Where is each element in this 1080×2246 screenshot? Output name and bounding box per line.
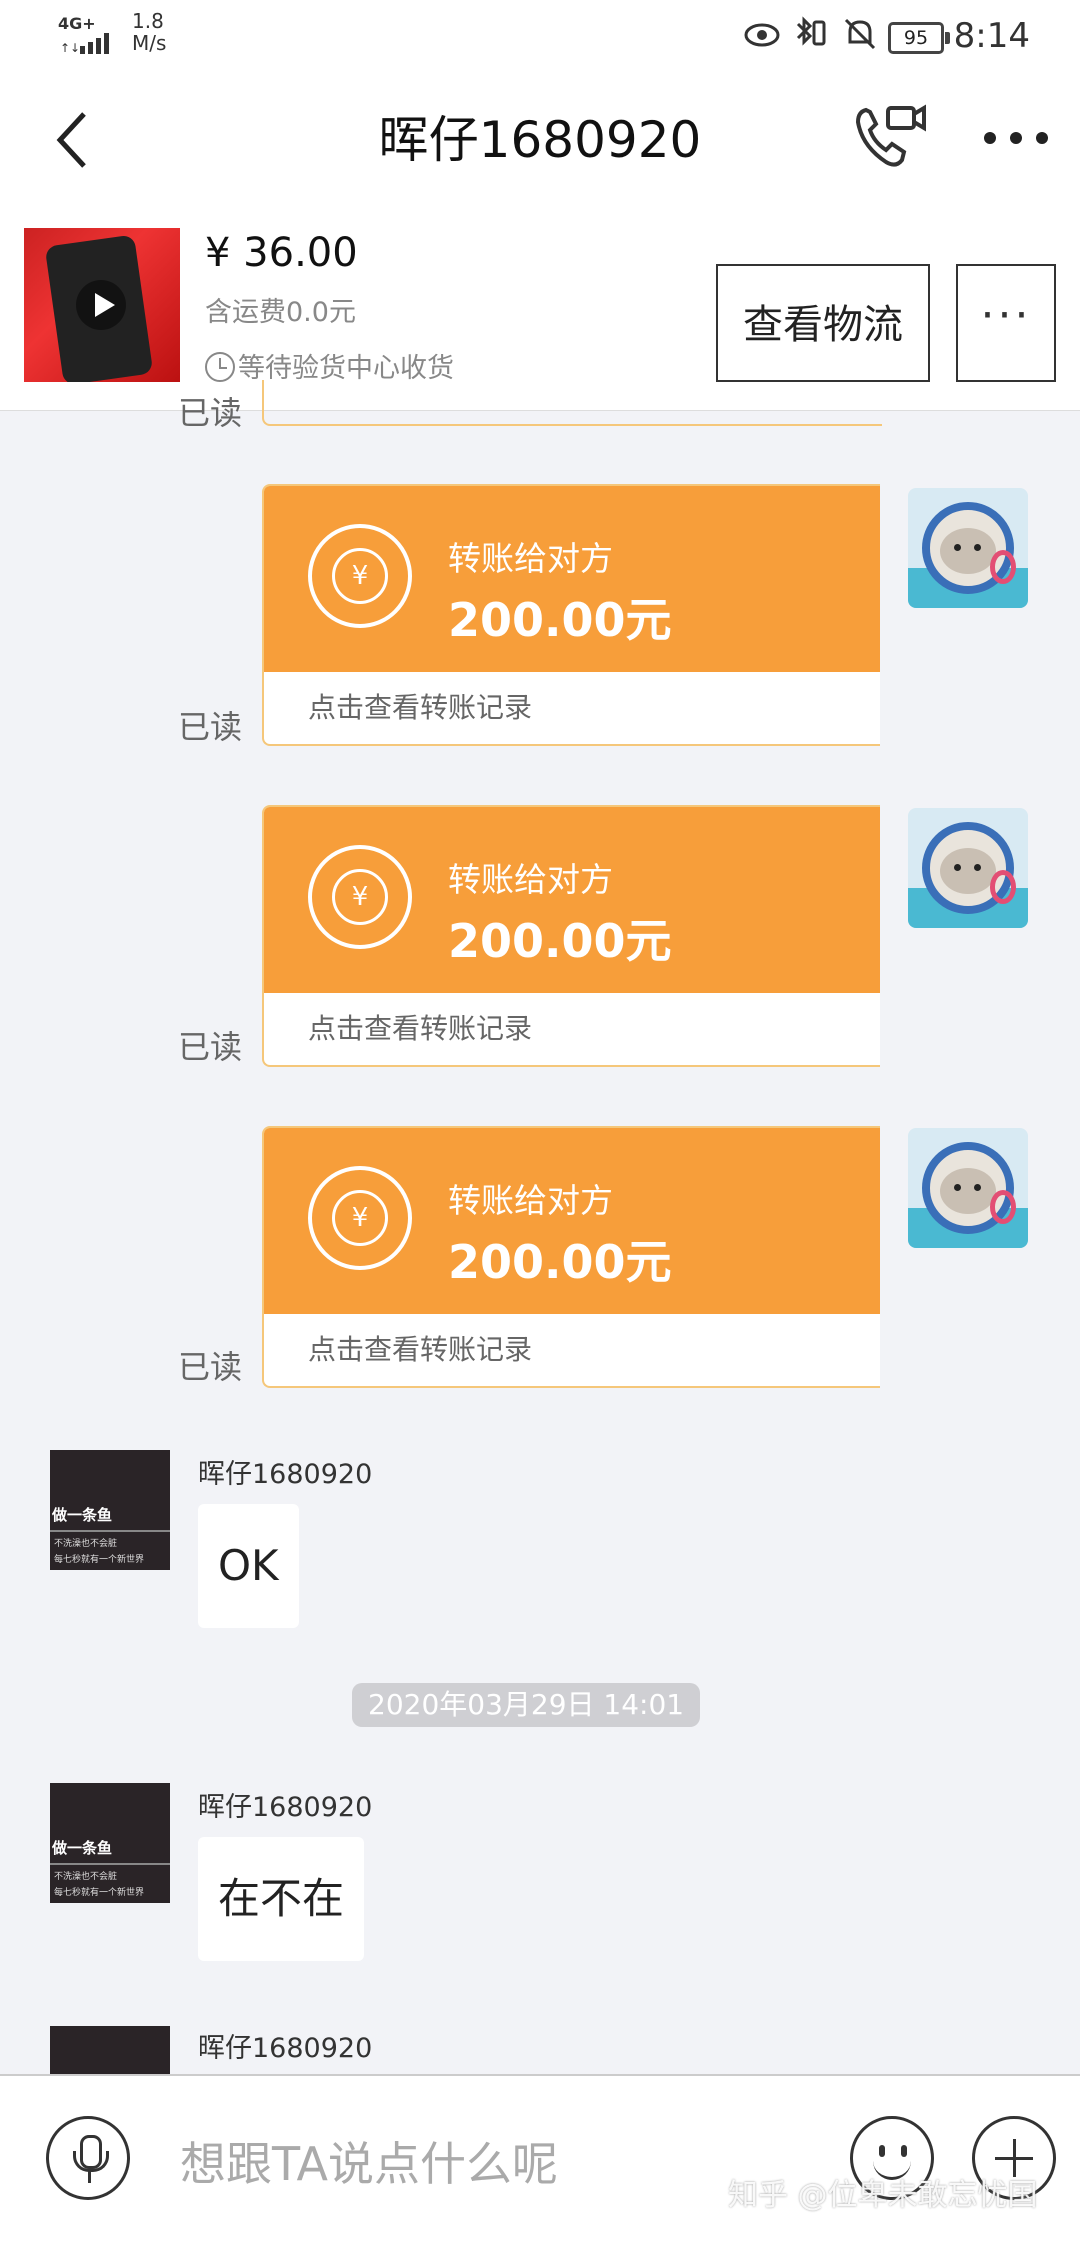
watermark: 知乎 @位卑未敢忘忧国	[728, 2178, 1038, 2213]
product-video-thumbnail[interactable]	[24, 228, 180, 382]
transfer-card-partial[interactable]	[262, 380, 882, 426]
avatar-other[interactable]: 做一条鱼 不洗澡也不会脏 每七秒就有一个新世界	[50, 1783, 170, 1903]
transfer-card[interactable]: ¥ 转账给对方 200.00元 点击查看转账记录	[262, 484, 880, 746]
read-receipt: 已读	[178, 1348, 243, 1386]
transfer-card[interactable]: ¥ 转账给对方 200.00元 点击查看转账记录	[262, 1126, 880, 1388]
svg-text:↑↓: ↑↓	[60, 41, 80, 54]
transfer-record-link[interactable]: 点击查看转账记录	[308, 1007, 532, 1047]
transfer-record-link[interactable]: 点击查看转账记录	[308, 1328, 532, 1368]
avatar-self[interactable]	[908, 808, 1028, 928]
read-receipt: 已读	[178, 708, 243, 746]
avatar-other[interactable]	[50, 2026, 170, 2074]
bluetooth-vibrate-icon	[796, 16, 826, 46]
transfer-card[interactable]: ¥ 转账给对方 200.00元 点击查看转账记录	[262, 805, 880, 1067]
status-bar: 4G+ ↑↓ 1.8 M/s 95 8:14	[0, 0, 1080, 72]
avatar-self[interactable]	[908, 488, 1028, 608]
sender-name: 晖仔1680920	[198, 1459, 373, 1490]
view-logistics-button[interactable]: 查看物流	[716, 264, 930, 382]
avatar-self[interactable]	[908, 1128, 1028, 1248]
clock-icon	[205, 352, 235, 382]
eye-icon	[744, 23, 780, 47]
product-price: ¥ 36.00	[205, 230, 358, 276]
sender-name: 晖仔1680920	[198, 2033, 373, 2064]
mute-bell-icon	[844, 18, 876, 50]
yuan-transfer-icon: ¥	[308, 524, 412, 628]
chat-timestamp: 2020年03月29日 14:01	[352, 1683, 701, 1727]
battery-indicator: 95	[888, 22, 950, 54]
transfer-label: 转账给对方	[448, 860, 613, 899]
read-receipt: 已读	[178, 394, 243, 432]
shipping-fee: 含运费0.0元	[205, 297, 356, 328]
transfer-amount: 200.00元	[448, 1235, 672, 1289]
transfer-amount: 200.00元	[448, 593, 672, 647]
message-input[interactable]: 想跟TA说点什么呢	[180, 2128, 558, 2194]
avatar-other[interactable]: 做一条鱼 不洗澡也不会脏 每七秒就有一个新世界	[50, 1450, 170, 1570]
transfer-record-link[interactable]: 点击查看转账记录	[308, 686, 532, 726]
yuan-transfer-icon: ¥	[308, 845, 412, 949]
message-bubble[interactable]: OK	[198, 1504, 299, 1628]
read-receipt: 已读	[178, 1028, 243, 1066]
microphone-icon[interactable]	[46, 2116, 130, 2200]
play-icon[interactable]	[76, 280, 126, 330]
transfer-amount: 200.00元	[448, 914, 672, 968]
more-dots-icon[interactable]	[982, 126, 1050, 150]
message-bubble[interactable]: 在不在	[198, 1837, 365, 1961]
sender-name: 晖仔1680920	[198, 1792, 373, 1823]
phone-video-icon[interactable]	[852, 100, 932, 174]
transfer-label: 转账给对方	[448, 539, 613, 578]
signal-icon: ↑↓	[60, 33, 109, 54]
network-speed: 1.8 M/s	[132, 9, 167, 55]
transfer-label: 转账给对方	[448, 1181, 613, 1220]
status-time: 8:14	[953, 16, 1030, 56]
yuan-transfer-icon: ¥	[308, 1166, 412, 1270]
product-more-button[interactable]: ···	[956, 264, 1056, 382]
